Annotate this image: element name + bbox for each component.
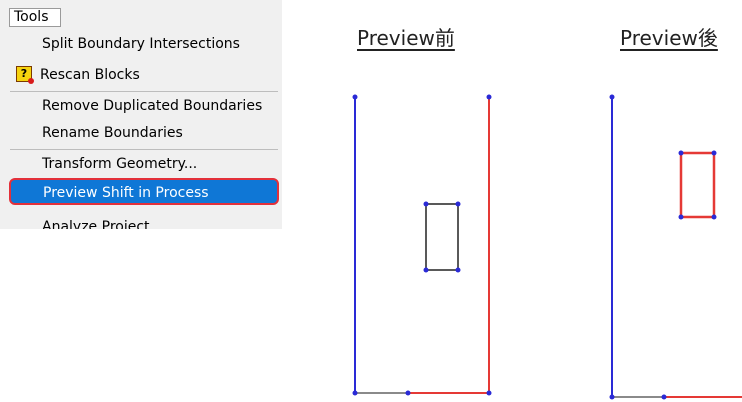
boundary-vertices [352, 94, 492, 396]
preview-canvas [352, 94, 742, 400]
preview-after-drawing [609, 94, 742, 400]
preview-before-drawing [352, 94, 492, 396]
boundary-vertices [609, 94, 717, 400]
shifted-block-rect [679, 151, 716, 219]
inner-block-rect [425, 203, 459, 271]
